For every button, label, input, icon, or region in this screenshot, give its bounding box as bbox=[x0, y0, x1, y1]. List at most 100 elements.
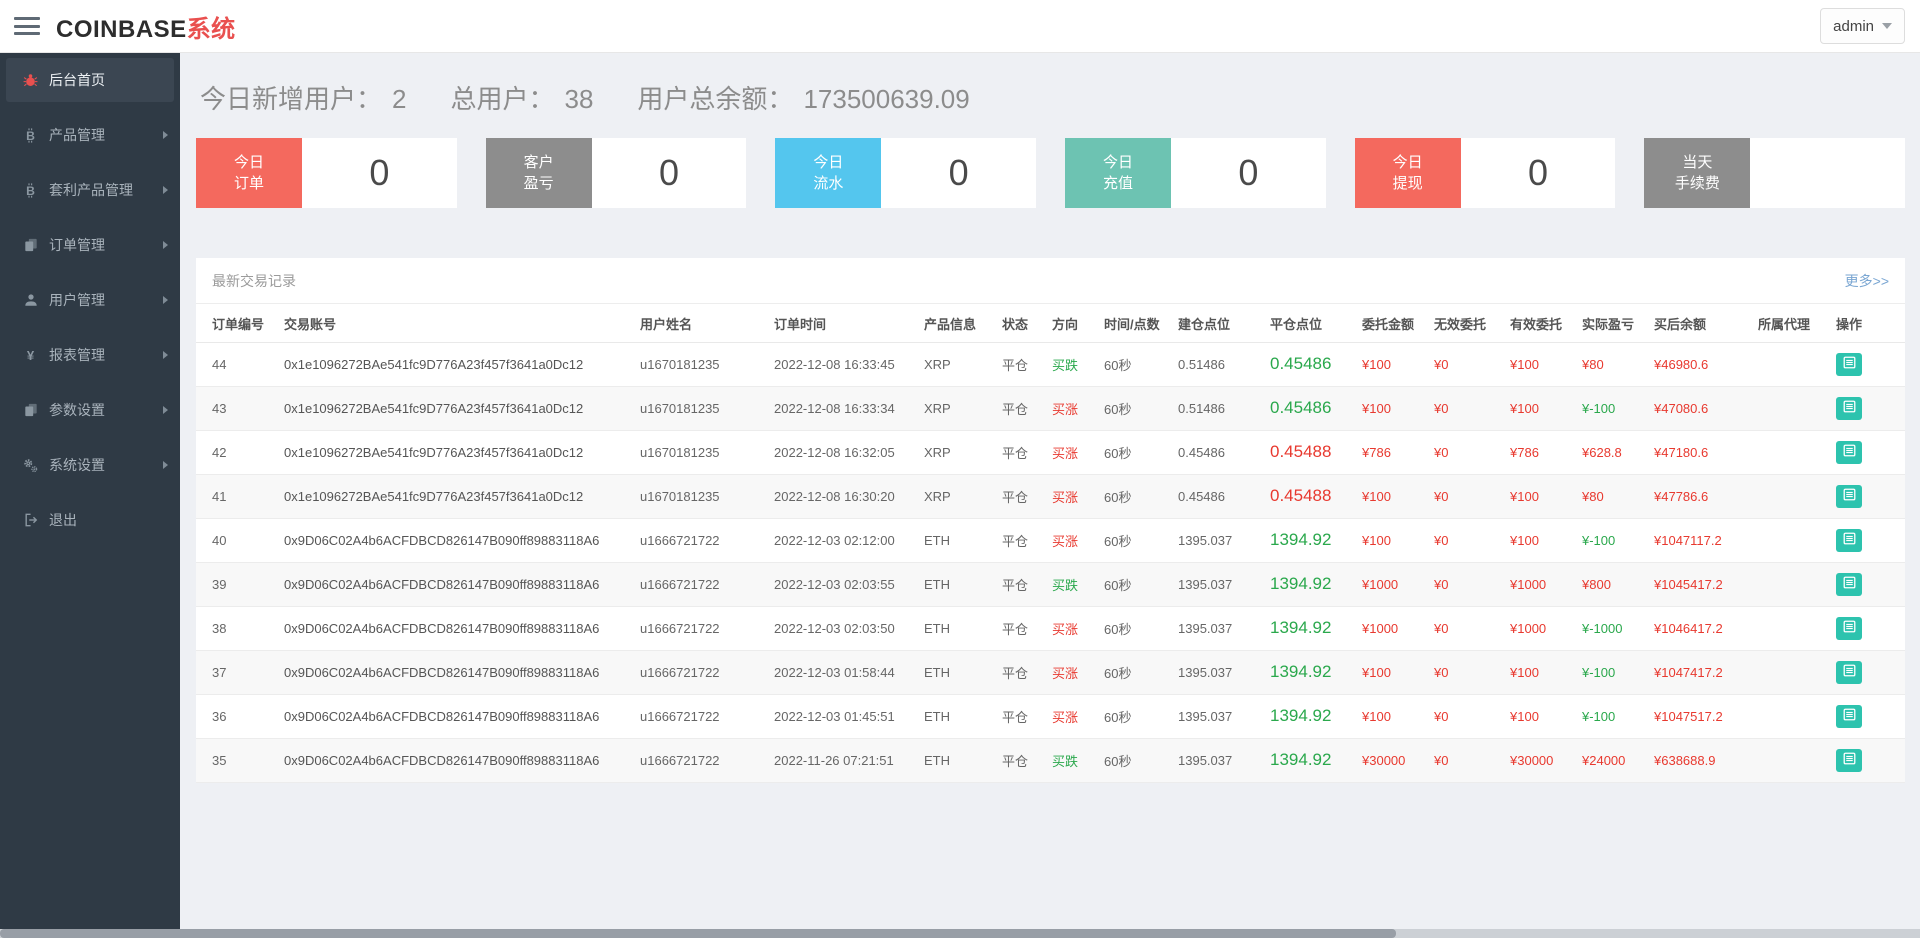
chevron-right-icon bbox=[163, 406, 168, 414]
list-icon bbox=[1843, 488, 1856, 504]
brand-suffix: 系统 bbox=[186, 15, 236, 43]
stat-card: 当天 手续费 bbox=[1644, 138, 1906, 208]
row-detail-button[interactable] bbox=[1836, 660, 1862, 684]
list-icon bbox=[1843, 620, 1856, 636]
invalid-amount: ¥0 bbox=[1434, 356, 1449, 372]
stat-card-label-line1: 今日 bbox=[1103, 154, 1134, 171]
status: 平仓 bbox=[1002, 577, 1029, 593]
close-price: 0.45486 bbox=[1270, 354, 1332, 373]
open-price: 1395.037 bbox=[1178, 620, 1233, 636]
stat-cards-row: 今日 订单 0 客户 盈亏 0 今日 流水 0 今日 充值 0 今日 提现 0 bbox=[196, 138, 1906, 208]
product: ETH bbox=[924, 708, 950, 724]
trade-account: 0x9D06C02A4b6ACFDBCD826147B090ff89883118… bbox=[284, 532, 600, 548]
invalid-amount: ¥0 bbox=[1434, 444, 1449, 460]
product: ETH bbox=[924, 532, 950, 548]
order-id: 42 bbox=[212, 444, 227, 460]
direction: 买涨 bbox=[1052, 709, 1079, 725]
trade-account: 0x9D06C02A4b6ACFDBCD826147B090ff89883118… bbox=[284, 576, 600, 592]
sidebar-item-6[interactable]: 参数设置 bbox=[0, 388, 180, 432]
user-name: u1670181235 bbox=[640, 444, 720, 460]
order-time: 2022-12-03 02:03:50 bbox=[774, 620, 895, 636]
main-content: 今日新增用户： 2 总用户： 38 用户总余额： 173500639.09 今日 订单… bbox=[180, 53, 1920, 938]
column-header: 方向 bbox=[1036, 306, 1088, 343]
sidebar-item-4[interactable]: 用户管理 bbox=[0, 278, 180, 322]
table-row: 40 0x9D06C02A4b6ACFDBCD826147B090ff89883… bbox=[196, 518, 1905, 563]
valid-amount: ¥100 bbox=[1510, 356, 1539, 372]
stat-card: 今日 订单 0 bbox=[196, 138, 457, 208]
table-row: 37 0x9D06C02A4b6ACFDBCD826147B090ff89883… bbox=[196, 650, 1905, 695]
duration: 60秒 bbox=[1104, 445, 1132, 461]
actual-profit: ¥628.8 bbox=[1582, 444, 1622, 460]
valid-amount: ¥100 bbox=[1510, 532, 1539, 548]
status: 平仓 bbox=[1002, 357, 1029, 373]
sidebar-item-7[interactable]: 系统设置 bbox=[0, 443, 180, 487]
product: ETH bbox=[924, 620, 950, 636]
column-header: 操作 bbox=[1820, 306, 1905, 343]
more-link[interactable]: 更多>> bbox=[1845, 271, 1889, 291]
duration: 60秒 bbox=[1104, 665, 1132, 681]
sidebar-item-0[interactable]: 后台首页 bbox=[6, 58, 174, 102]
row-detail-button[interactable] bbox=[1836, 484, 1862, 508]
bitcoin-icon: B bbox=[22, 127, 39, 143]
scrollbar-thumb[interactable] bbox=[0, 929, 1396, 938]
column-header: 委托金额 bbox=[1346, 306, 1418, 343]
direction: 买涨 bbox=[1052, 445, 1079, 461]
row-detail-button[interactable] bbox=[1836, 572, 1862, 596]
sidebar-item-8[interactable]: 退出 bbox=[0, 498, 180, 542]
order-time: 2022-12-08 16:32:05 bbox=[774, 444, 895, 460]
order-id: 36 bbox=[212, 708, 227, 724]
column-header: 实际盈亏 bbox=[1566, 306, 1638, 343]
close-price: 0.45488 bbox=[1270, 442, 1332, 461]
valid-amount: ¥786 bbox=[1510, 444, 1539, 460]
user-menu-button[interactable]: admin bbox=[1820, 8, 1905, 44]
row-detail-button[interactable] bbox=[1836, 440, 1862, 464]
order-amount: ¥30000 bbox=[1362, 752, 1406, 768]
order-amount: ¥1000 bbox=[1362, 576, 1399, 592]
row-detail-button[interactable] bbox=[1836, 396, 1862, 420]
stat-card-label-line2: 提现 bbox=[1392, 175, 1423, 192]
user-name: u1670181235 bbox=[640, 488, 720, 504]
actual-profit: ¥80 bbox=[1582, 488, 1604, 504]
sidebar-item-2[interactable]: B 套利产品管理 bbox=[0, 168, 180, 212]
row-detail-button[interactable] bbox=[1836, 704, 1862, 728]
trades-table: 订单编号 交易账号 用户姓名 订单时间 产品信息 状态 方向 时间/点数 建仓点位 平仓点位 委托金… bbox=[196, 306, 1905, 783]
status: 平仓 bbox=[1002, 753, 1029, 769]
sidebar-item-5[interactable]: ¥ 报表管理 bbox=[0, 333, 180, 377]
direction: 买涨 bbox=[1052, 533, 1079, 549]
stat-card-label-line1: 当天 bbox=[1682, 154, 1713, 171]
trade-account: 0x1e1096272BAe541fc9D776A23f457f3641a0Dc… bbox=[284, 488, 584, 504]
status: 平仓 bbox=[1002, 445, 1029, 461]
order-id: 38 bbox=[212, 620, 227, 636]
direction: 买涨 bbox=[1052, 489, 1079, 505]
sidebar-item-3[interactable]: 订单管理 bbox=[0, 223, 180, 267]
order-id: 44 bbox=[212, 356, 227, 372]
status: 平仓 bbox=[1002, 533, 1029, 549]
row-detail-button[interactable] bbox=[1836, 352, 1862, 376]
brand-logo[interactable]: COINBASE系统 bbox=[56, 9, 236, 44]
actual-profit: ¥-100 bbox=[1582, 400, 1616, 416]
table-row: 43 0x1e1096272BAe541fc9D776A23f457f3641a… bbox=[196, 386, 1905, 431]
row-detail-button[interactable] bbox=[1836, 616, 1862, 640]
stat-card-value bbox=[1750, 138, 1905, 208]
invalid-amount: ¥0 bbox=[1434, 400, 1449, 416]
horizontal-scrollbar[interactable] bbox=[0, 929, 1920, 938]
open-price: 1395.037 bbox=[1178, 576, 1233, 592]
sidebar-item-label: 套利产品管理 bbox=[49, 182, 133, 198]
menu-toggle-icon[interactable] bbox=[14, 17, 40, 35]
svg-text:B: B bbox=[26, 184, 35, 198]
row-detail-button[interactable] bbox=[1836, 528, 1862, 552]
summary-stat: 用户总余额： 173500639.09 bbox=[637, 79, 969, 116]
user-icon bbox=[22, 293, 39, 307]
order-amount: ¥1000 bbox=[1362, 620, 1399, 636]
sidebar-item-1[interactable]: B 产品管理 bbox=[0, 113, 180, 157]
table-row: 36 0x9D06C02A4b6ACFDBCD826147B090ff89883… bbox=[196, 694, 1905, 739]
table-header-row: 订单编号 交易账号 用户姓名 订单时间 产品信息 状态 方向 时间/点数 建仓点位 平仓点位 委托金… bbox=[196, 306, 1905, 343]
valid-amount: ¥100 bbox=[1510, 664, 1539, 680]
summary-stat: 总用户： 38 bbox=[450, 79, 593, 116]
trade-account: 0x1e1096272BAe541fc9D776A23f457f3641a0Dc… bbox=[284, 444, 584, 460]
row-detail-button[interactable] bbox=[1836, 748, 1862, 772]
direction: 买涨 bbox=[1052, 621, 1079, 637]
direction: 买跌 bbox=[1052, 577, 1079, 593]
stat-card-label-line1: 今日 bbox=[813, 154, 844, 171]
product: ETH bbox=[924, 576, 950, 592]
